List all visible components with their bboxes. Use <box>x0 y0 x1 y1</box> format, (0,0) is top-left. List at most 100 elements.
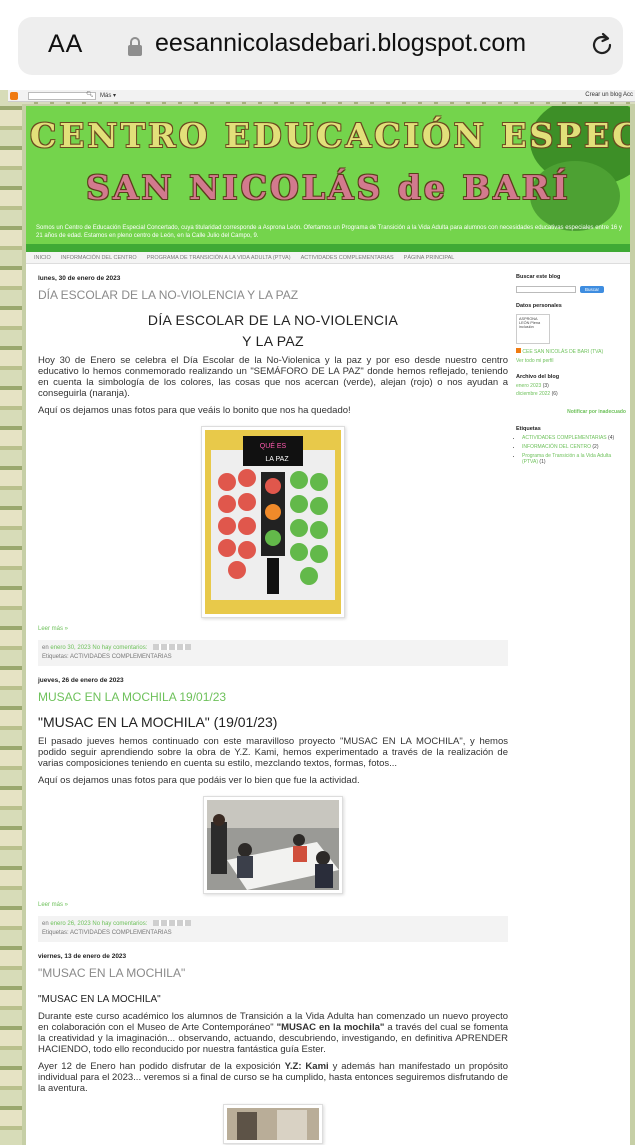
list-item: Programa de Transición a la Vida Adulta … <box>522 453 626 465</box>
post: jueves, 26 de enero de 2023 MUSAC EN LA … <box>38 677 508 942</box>
label-count: (4) <box>608 435 615 441</box>
post-photo[interactable]: QUÉ ES LA PAZ <box>201 426 345 618</box>
label-link[interactable]: Programa de Transición a la Vida Adulta … <box>522 453 611 465</box>
comments-link[interactable]: No hay comentarios: <box>92 645 147 651</box>
post-paragraph: El pasado jueves hemos continuado con es… <box>38 736 508 769</box>
navbar-more-button[interactable]: Más ▾ <box>100 92 116 99</box>
photo-sign-text: QUÉ ES <box>260 441 287 450</box>
photo-sign-text: LA PAZ <box>265 456 289 463</box>
read-more-link[interactable]: Leer más » <box>38 902 508 908</box>
lock-icon <box>128 37 142 56</box>
post-footer: en enero 30, 2023 No hay comentarios: Et… <box>38 640 508 666</box>
tab-inicio[interactable]: INICIO <box>34 255 51 261</box>
post-heading: Y LA PAZ <box>242 333 304 349</box>
post-heading: "MUSAC EN LA MOCHILA" (19/01/23) <box>38 714 278 730</box>
sidebar-search-input[interactable] <box>516 286 576 293</box>
label-count: (2) <box>592 444 599 450</box>
post-title-link[interactable]: "MUSAC EN LA MOCHILA" <box>38 966 508 980</box>
list-item: ACTIVIDADES COMPLEMENTARIAS (4) <box>522 435 626 441</box>
sidebar-search-button[interactable]: Buscar <box>580 286 604 293</box>
paragraph-bold: "MUSAC en la mochila" <box>276 1022 385 1033</box>
meta-prefix: en <box>42 921 49 927</box>
labels-list: ACTIVIDADES COMPLEMENTARIAS (4) INFORMAC… <box>516 435 626 465</box>
post-paragraph: Aquí os dejamos unas fotos para que veái… <box>38 405 351 416</box>
list-item: INFORMACIÓN DEL CENTRO (2) <box>522 444 626 450</box>
reader-text-size-button[interactable]: AA <box>48 30 83 59</box>
tab-actividades[interactable]: ACTIVIDADES COMPLEMENTARIAS <box>301 255 394 261</box>
read-more-link[interactable]: Leer más » <box>38 626 508 632</box>
archive-item: diciembre 2022 (6) <box>516 391 626 397</box>
post: viernes, 13 de enero de 2023 "MUSAC EN L… <box>38 953 508 1144</box>
header-banner[interactable]: CENTRO EDUCACIÓN ESPECIAL SAN NICOLÁS de… <box>26 106 630 244</box>
web-page: 🔍︎ Más ▾ Crear un blog Acc CENTRO EDUCAC… <box>0 90 635 1145</box>
labels-prefix: Etiquetas: <box>42 930 69 936</box>
content-area: lunes, 30 de enero de 2023 DÍA ESCOLAR D… <box>26 264 630 1145</box>
archive-link[interactable]: enero 2023 <box>516 383 541 389</box>
header-title-line1: CENTRO EDUCACIÓN ESPECIAL <box>30 116 630 155</box>
browser-toolbar: AA eesannicolasdebari.blogspot.com <box>0 0 635 86</box>
sidebar-search-title: Buscar este blog <box>516 274 561 280</box>
archive-count: (3) <box>542 383 549 389</box>
classroom-photo <box>207 800 339 890</box>
post-paragraph: Aquí os dejamos unas fotos para que podá… <box>38 775 360 786</box>
archive-link[interactable]: diciembre 2022 <box>516 391 550 397</box>
blogger-logo-icon[interactable] <box>10 92 18 100</box>
post-photo[interactable] <box>203 796 343 894</box>
navbar-create-blog-link[interactable]: Crear un blog Acc <box>585 92 633 98</box>
exhibition-photo <box>227 1108 319 1140</box>
sidebar-archive-title: Archivo del blog <box>516 374 560 380</box>
reload-icon[interactable] <box>588 31 616 59</box>
post-date-link[interactable]: enero 30, 2023 <box>50 645 90 651</box>
label-link[interactable]: ACTIVIDADES COMPLEMENTARIAS <box>522 435 607 441</box>
post: lunes, 30 de enero de 2023 DÍA ESCOLAR D… <box>38 275 508 666</box>
header-title-line2: SAN NICOLÁS de BARÍ <box>86 168 571 207</box>
tab-pagina-principal[interactable]: PÁGINA PRINCIPAL <box>404 255 455 261</box>
share-buttons-icon[interactable] <box>153 644 192 651</box>
post-title-link[interactable]: DÍA ESCOLAR DE LA NO-VIOLENCIA Y LA PAZ <box>38 288 508 302</box>
post-date: jueves, 26 de enero de 2023 <box>38 677 124 684</box>
profile-name-link[interactable]: CEE SAN NICOLÁS DE BARI (TVA) <box>522 349 603 355</box>
archive-item: enero 2023 (3) <box>516 383 626 389</box>
report-abuse-link[interactable]: Notificar por inadecuado <box>516 409 626 416</box>
search-icon[interactable]: 🔍︎ <box>86 91 94 98</box>
post-photo[interactable] <box>223 1104 323 1144</box>
sidebar-profile: CEE SAN NICOLÁS DE BARI (TVA) <box>516 348 626 355</box>
post-heading: "MUSAC EN LA MOCHILA" <box>38 994 161 1005</box>
label-count: (1) <box>539 459 546 465</box>
sidebar: Buscar este blog Buscar Datos personales… <box>516 264 626 465</box>
share-buttons-icon[interactable] <box>153 920 192 927</box>
meta-prefix: en <box>42 645 49 651</box>
post-footer: en enero 26, 2023 No hay comentarios: Et… <box>38 916 508 942</box>
post-title-link[interactable]: MUSAC EN LA MOCHILA 19/01/23 <box>38 690 508 704</box>
page-tabs: INICIO INFORMACIÓN DEL CENTRO PROGRAMA D… <box>26 252 630 264</box>
peace-traffic-light-photo: QUÉ ES LA PAZ <box>205 430 341 614</box>
address-bar[interactable]: AA eesannicolasdebari.blogspot.com <box>18 17 623 75</box>
tab-ptva[interactable]: PROGRAMA DE TRANSICIÓN A LA VIDA ADULTA … <box>147 255 291 261</box>
label-link[interactable]: ACTIVIDADES COMPLEMENTARIAS <box>70 654 172 660</box>
post-paragraph: Durante este curso académico los alumnos… <box>38 1011 508 1055</box>
url-text[interactable]: eesannicolasdebari.blogspot.com <box>155 29 526 58</box>
paragraph-bold: Y.Z: Kami <box>284 1061 329 1072</box>
blogger-navbar: 🔍︎ Más ▾ Crear un blog Acc <box>8 90 635 102</box>
archive-count: (6) <box>551 391 558 397</box>
header-description: Somos un Centro de Educación Especial Co… <box>36 225 622 239</box>
post-paragraph: Hoy 30 de Enero se celebra el Día Escola… <box>38 355 508 399</box>
post-date: viernes, 13 de enero de 2023 <box>38 953 127 960</box>
label-link[interactable]: INFORMACIÓN DEL CENTRO <box>522 444 591 450</box>
decorative-border-left <box>0 90 22 1145</box>
sidebar-search: Buscar <box>516 286 626 293</box>
post-date-link[interactable]: enero 26, 2023 <box>50 921 90 927</box>
header-footer-strip <box>26 244 630 252</box>
main-column: lunes, 30 de enero de 2023 DÍA ESCOLAR D… <box>38 264 508 1144</box>
post-paragraph: Ayer 12 de Enero han podido disfrutar de… <box>38 1061 508 1094</box>
comments-link[interactable]: No hay comentarios: <box>92 921 147 927</box>
post-heading: DÍA ESCOLAR DE LA NO-VIOLENCIA <box>147 312 399 328</box>
asprona-logo[interactable]: ASPRONA LEÓN Plena inclusión <box>516 314 550 344</box>
paragraph-text: Ayer 12 de Enero han podido disfrutar de… <box>38 1061 285 1072</box>
label-link[interactable]: ACTIVIDADES COMPLEMENTARIAS <box>70 930 172 936</box>
tab-informacion-centro[interactable]: INFORMACIÓN DEL CENTRO <box>61 255 137 261</box>
sidebar-labels-title: Etiquetas <box>516 426 541 432</box>
post-date: lunes, 30 de enero de 2023 <box>38 275 121 282</box>
view-profile-link[interactable]: Ver todo mi perfil <box>516 358 626 364</box>
sidebar-profile-title: Datos personales <box>516 303 562 309</box>
